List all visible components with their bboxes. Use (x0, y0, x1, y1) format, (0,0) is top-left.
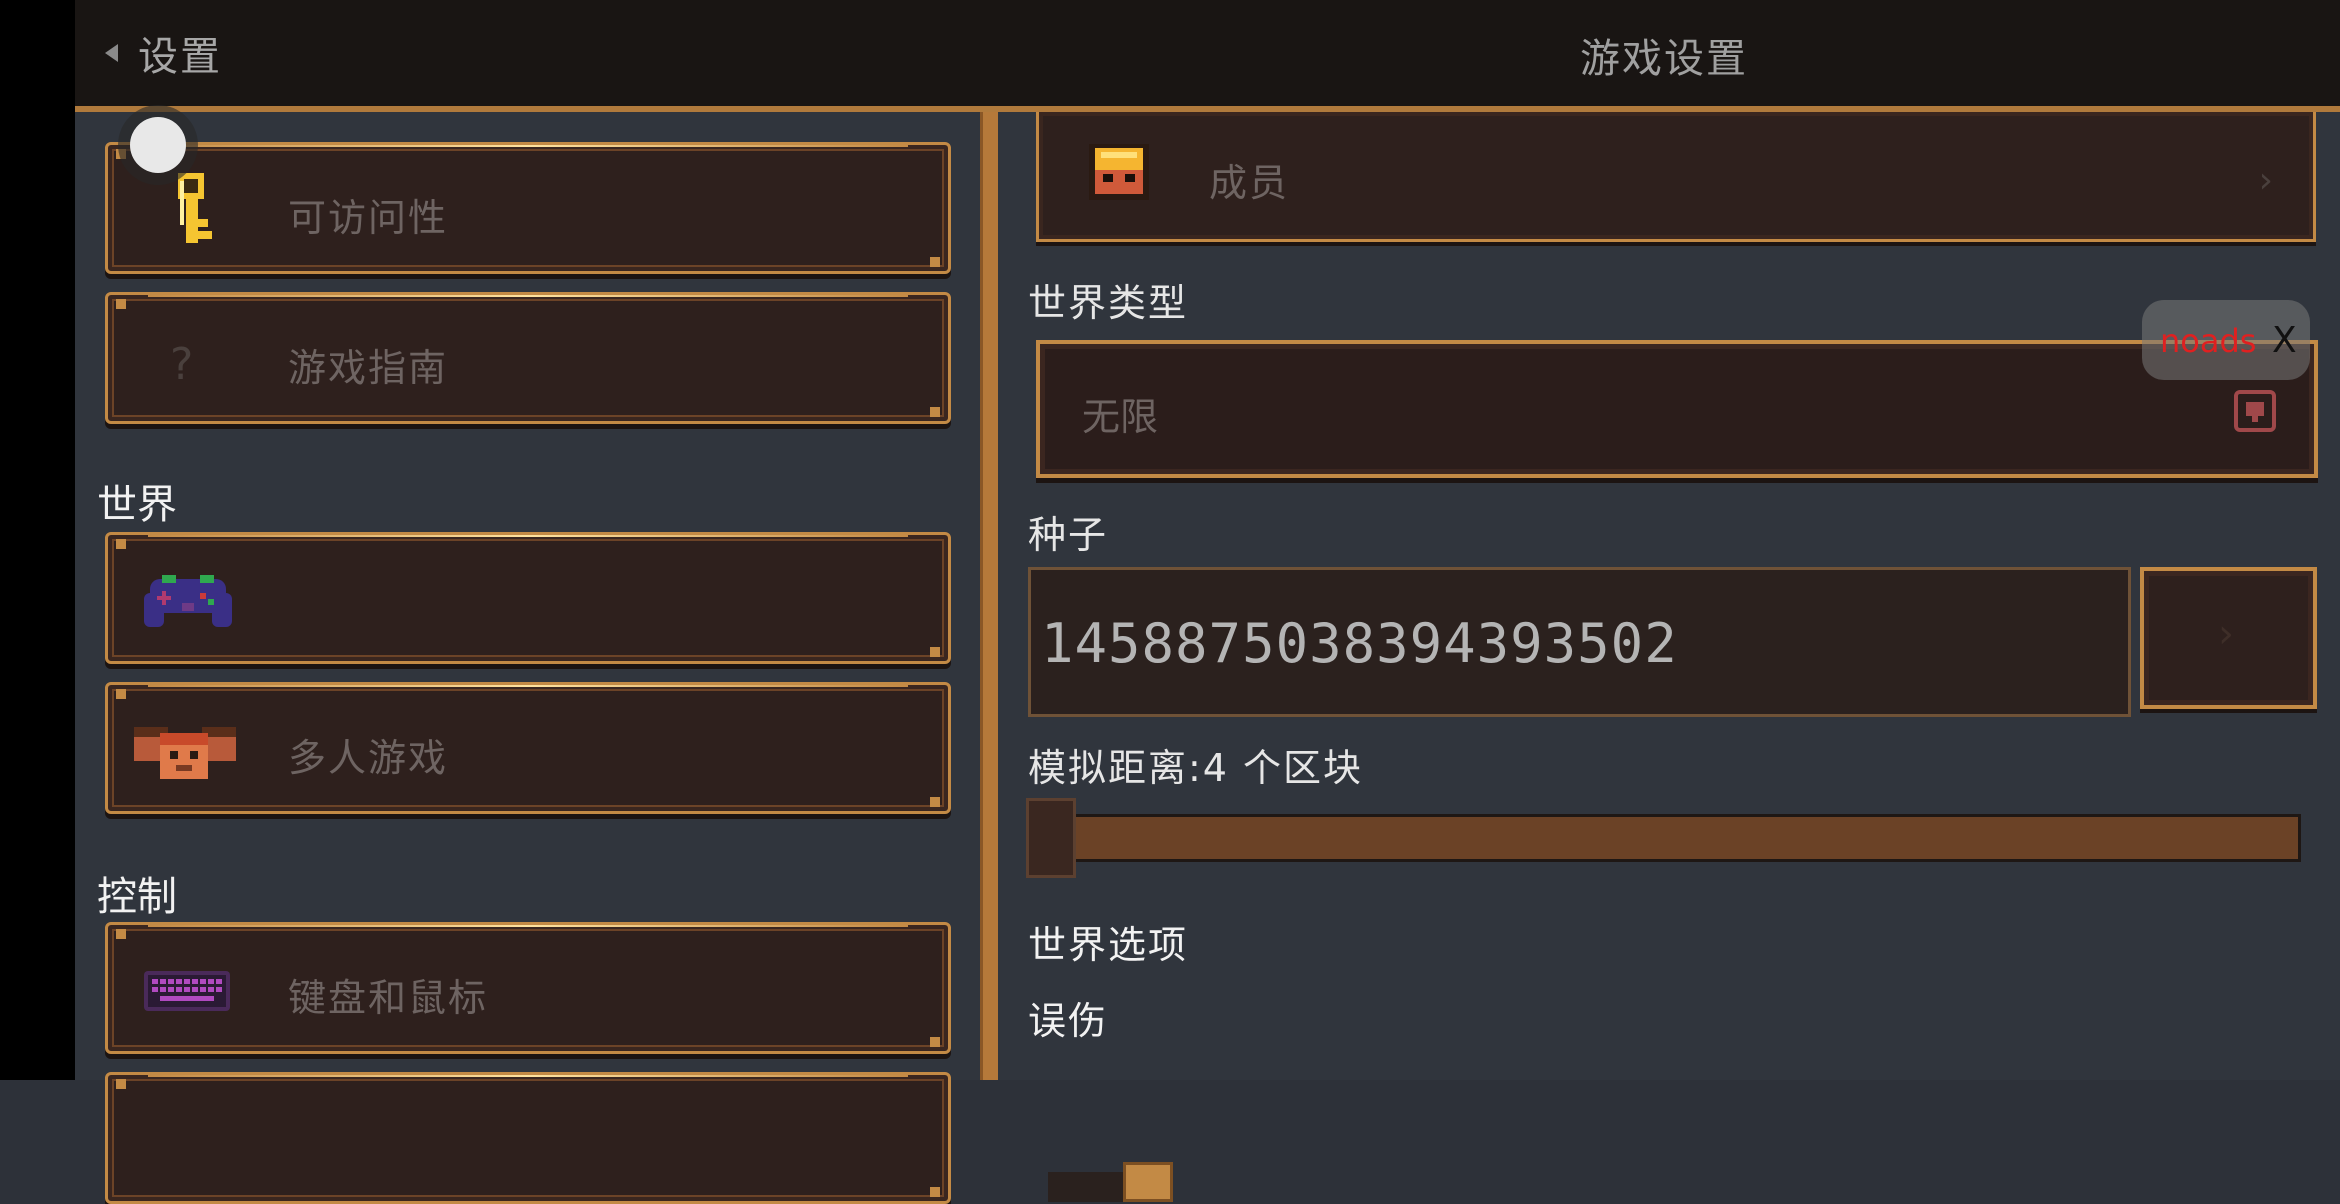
page-title: 游戏设置 (1580, 36, 1748, 82)
sidebar-item-multiplayer[interactable]: 多人游戏 (105, 682, 951, 814)
sim-distance-slider-thumb[interactable] (1026, 798, 1076, 878)
svg-text:?: ? (170, 339, 193, 390)
button-highlight (148, 295, 908, 297)
noads-close-button[interactable]: X (2272, 320, 2297, 361)
world-type-dropdown[interactable]: 无限 (1036, 340, 2318, 478)
chevron-right-icon: › (2258, 160, 2273, 201)
top-bar: 设置 游戏设置 (75, 0, 2340, 106)
sim-distance-label: 模拟距离:4 个区块 (1028, 746, 1364, 790)
button-highlight (148, 685, 908, 687)
button-highlight (148, 145, 908, 147)
dropdown-icon (2234, 390, 2276, 432)
sidebar-item-next[interactable] (105, 1072, 951, 1204)
seed-action-button[interactable]: › (2140, 567, 2317, 709)
sidebar-item-game-guide[interactable]: ? 游戏指南 (105, 292, 951, 424)
section-title-controls: 控制 (97, 874, 177, 920)
sidebar-item-label: 键盘和鼠标 (288, 976, 489, 1020)
seed-label: 种子 (1028, 513, 1109, 557)
friendly-fire-label: 误伤 (1028, 999, 1109, 1043)
screen: 设置 游戏设置 可访问性 ? 游戏指南 世界 多人游戏 控制 键盘和鼠标 成员 … (0, 0, 2340, 1204)
panel-divider (980, 112, 998, 1080)
back-label: 设置 (138, 34, 222, 80)
sidebar-item-label: 游戏指南 (288, 346, 449, 390)
button-highlight (148, 925, 908, 927)
back-arrow-icon (105, 44, 118, 62)
section-title-world: 世界 (97, 482, 177, 528)
sidebar-item-world[interactable] (105, 532, 951, 664)
friendly-fire-toggle-thumb[interactable] (1123, 1162, 1173, 1202)
friendly-fire-toggle-track[interactable] (1048, 1172, 1128, 1202)
world-options-label: 世界选项 (1028, 923, 1189, 967)
world-type-label: 世界类型 (1028, 281, 1189, 325)
noads-overlay[interactable]: noads X (2142, 300, 2310, 380)
members-label: 成员 (1209, 161, 1290, 205)
sim-distance-slider[interactable] (1026, 814, 2301, 862)
app-window: 设置 游戏设置 可访问性 ? 游戏指南 世界 多人游戏 控制 键盘和鼠标 成员 … (75, 0, 2340, 1204)
sidebar-item-accessibility[interactable]: 可访问性 (105, 142, 951, 274)
screen-edge (0, 0, 75, 1080)
gamepad-icon (144, 575, 232, 627)
button-highlight (148, 535, 908, 537)
sidebar-item-label: 多人游戏 (288, 736, 449, 780)
world-type-value: 无限 (1082, 395, 1159, 439)
question-icon: ? (170, 339, 193, 390)
touch-indicator (118, 105, 198, 185)
noads-label: noads (2160, 322, 2257, 360)
seed-input[interactable]: 1458875038394393502 (1028, 567, 2131, 717)
settings-sidebar: 可访问性 ? 游戏指南 世界 多人游戏 控制 键盘和鼠标 (75, 112, 980, 1204)
back-button[interactable]: 设置 (105, 20, 222, 86)
member-icon (1089, 144, 1149, 200)
sidebar-item-keyboard-mouse[interactable]: 键盘和鼠标 (105, 922, 951, 1054)
seed-value: 1458875038394393502 (1041, 612, 1678, 675)
keyboard-icon (144, 971, 230, 1011)
sidebar-item-label: 可访问性 (288, 196, 449, 240)
players-icon (134, 727, 236, 779)
settings-content: 成员 › 世界类型 无限 种子 1458875038394393502 › 模拟… (998, 112, 2340, 1202)
button-highlight (148, 1075, 908, 1077)
chevron-right-icon: › (2218, 611, 2234, 657)
members-button[interactable]: 成员 › (1036, 112, 2316, 242)
